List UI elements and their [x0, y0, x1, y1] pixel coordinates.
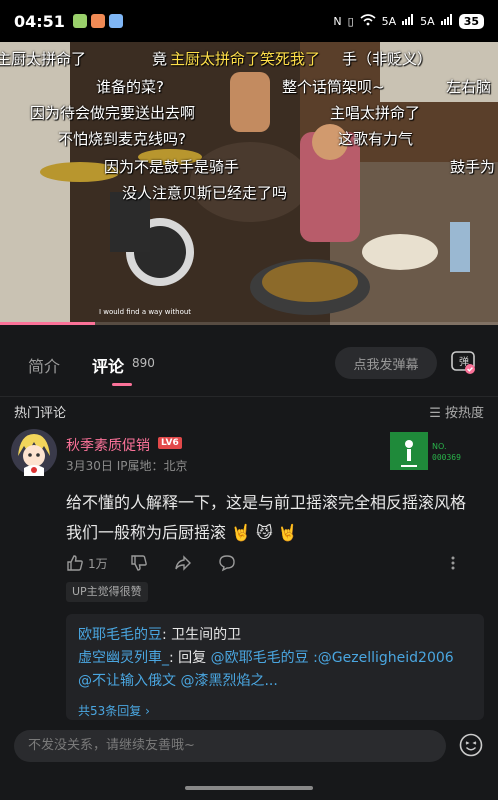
danmaku-comment: 这歌有力气 — [338, 130, 414, 148]
danmaku-comment: 没人注意贝斯已经走了吗 — [122, 184, 288, 202]
status-time: 04:51 — [14, 11, 65, 31]
danmaku-comment: 左右脑 — [446, 78, 492, 96]
tab-comments[interactable]: 评论 — [92, 353, 124, 377]
like-count: 1万 — [88, 556, 108, 571]
avatar[interactable] — [10, 428, 58, 476]
replies-panel[interactable]: 欧耶毛毛的豆: 卫生间的卫 虚空幽灵列車_: 回复 @欧耶毛毛的豆 :@Geze… — [66, 614, 484, 720]
danmaku-comment: 谁备的菜? — [96, 78, 164, 96]
wifi-icon — [360, 13, 376, 29]
comment-actions: 1万 — [66, 552, 486, 574]
reply-button[interactable] — [218, 554, 240, 572]
danmaku-toggle-button[interactable]: 弹 — [450, 349, 476, 375]
sort-by-hot-button[interactable]: ☰ 按热度 — [429, 402, 484, 421]
home-indicator[interactable] — [185, 786, 313, 790]
status-app-icons — [72, 14, 123, 28]
share-button[interactable] — [174, 554, 196, 572]
hot-comments-title: 热门评论 — [14, 406, 67, 421]
status-bar: 04:51 N ▯ 5A 5A 35 — [0, 0, 498, 42]
app-notification-icon — [90, 14, 105, 28]
comment-input[interactable]: 不发没关系，请继续友善哦~ — [14, 730, 446, 762]
app-notification-icon — [108, 14, 123, 28]
danmaku-comment: 主厨太拼命了笑死我了 — [170, 50, 321, 68]
danmaku-send-input[interactable]: 点我发弹幕 — [335, 347, 437, 379]
share-icon — [174, 555, 191, 571]
danmaku-comment: 鼓手为 — [450, 158, 496, 176]
like-button[interactable]: 1万 — [66, 554, 108, 572]
danmaku-comment: 主厨太拼命了 — [0, 50, 87, 68]
more-options-button[interactable] — [446, 554, 464, 572]
reply-username[interactable]: 虚空幽灵列車_ — [78, 650, 169, 666]
signal-bars-icon — [440, 14, 453, 28]
app-notification-icon — [72, 14, 87, 28]
danmaku-comment: 不怕烧到麦克线吗? — [58, 130, 186, 148]
danmaku-comment: 手（非贬义） — [342, 50, 433, 68]
fan-badge-decoration: NO. 000369 — [390, 432, 472, 470]
up-liked-tag: UP主觉得很赞 — [66, 582, 148, 602]
thumbs-up-icon — [67, 555, 83, 571]
tab-intro[interactable]: 简介 — [28, 353, 60, 377]
more-vertical-icon — [451, 556, 455, 570]
battery-indicator: 35 — [458, 13, 484, 29]
view-all-replies-link[interactable]: 共53条回复 › — [78, 700, 150, 723]
video-player[interactable]: 主厨太拼命了 竟 主厨太拼命了笑死我了 手（非贬义） 谁备的菜? 整个话筒架呗~… — [0, 42, 498, 325]
svg-text:NO.: NO. — [432, 442, 447, 451]
comments-count: 890 — [132, 356, 155, 370]
status-right: N ▯ 5A 5A 35 — [333, 13, 484, 29]
comment-date: 3月30日 — [66, 459, 113, 473]
tab-active-indicator — [112, 383, 132, 386]
danmaku-toggle-icon: 弹 — [451, 351, 475, 374]
comment-text: 给不懂的人解释一下，这是与前卫摇滚完全相反摇滚风格 我们一般称为后厨摇滚 🤘 😼… — [66, 493, 467, 542]
svg-text:000369: 000369 — [432, 453, 461, 462]
comment-ip: IP属地：北京 — [116, 459, 188, 473]
danmaku-comment: 主唱太拼命了 — [330, 104, 421, 122]
danmaku-comment: 竟 — [152, 50, 168, 68]
reply-item[interactable]: 欧耶毛毛的豆: 卫生间的卫 — [78, 624, 472, 647]
reply-username[interactable]: 欧耶毛毛的豆 — [78, 627, 162, 643]
tab-bar: 简介 评论 890 点我发弹幕 弹 — [0, 325, 498, 397]
reply-text: : 卫生间的卫 — [162, 627, 242, 643]
video-subtitle: I would find a way without — [98, 308, 192, 316]
vibrate-icon: ▯ — [347, 14, 354, 28]
app-root: { "status_bar": { "time": "04:51", "sign… — [0, 0, 498, 800]
reply-text: : 回复 — [169, 650, 211, 666]
signal-label-2: 5A — [420, 14, 435, 28]
reply-item[interactable]: 虚空幽灵列車_: 回复 @欧耶毛毛的豆 :@Gezelligheid2006 @… — [78, 647, 472, 693]
emoji-button[interactable] — [458, 732, 484, 758]
comment-username[interactable]: 秋季素质促销 — [66, 435, 150, 455]
signal-label-1: 5A — [381, 14, 397, 28]
dislike-button[interactable] — [130, 554, 152, 572]
bottom-bar: 不发没关系，请继续友善哦~ — [0, 722, 498, 800]
danmaku-comment: 整个话筒架呗~ — [282, 78, 385, 96]
chat-bubble-icon — [218, 555, 235, 572]
danmaku-comment: 因为不是鼓手是骑手 — [104, 158, 240, 176]
comment-meta: 3月30日 IP属地：北京 — [66, 457, 188, 474]
danmaku-comment: 因为待会做完要送出去啊 — [30, 104, 196, 122]
signal-bars-icon — [402, 14, 414, 28]
nfc-icon: N — [333, 14, 342, 28]
thumbs-down-icon — [130, 555, 147, 571]
level-badge: LV6 — [158, 437, 182, 449]
reply-mention[interactable]: @欧耶毛毛的豆 — [211, 650, 309, 666]
emoji-icon — [459, 733, 483, 757]
svg-text:弹: 弹 — [459, 355, 469, 368]
